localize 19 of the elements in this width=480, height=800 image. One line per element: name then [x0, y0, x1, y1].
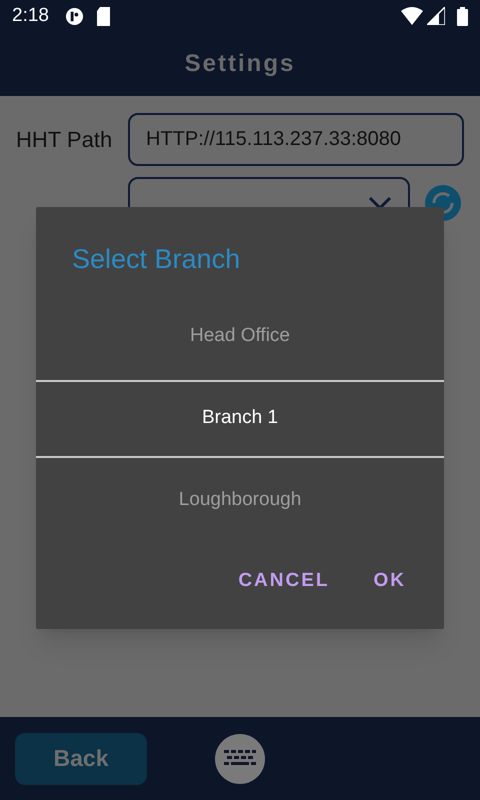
- dialog-title: Select Branch: [72, 243, 242, 276]
- path-field[interactable]: HTTP://115.113.237.33:8080: [128, 112, 464, 166]
- keyboard-icon: [224, 750, 256, 768]
- wifi-icon: [401, 7, 423, 25]
- dialog-button[interactable]: CANCEL: [230, 562, 338, 602]
- picker-option[interactable]: Loughborough: [36, 458, 444, 544]
- picker-option[interactable]: Head Office: [36, 294, 444, 380]
- signal-icon: [427, 7, 445, 25]
- field-label: HHT Path: [16, 126, 114, 154]
- notification-icon: [64, 6, 84, 26]
- dialog-button[interactable]: OK: [366, 562, 414, 602]
- keyboard-button[interactable]: [215, 734, 265, 784]
- battery-icon: [457, 6, 468, 26]
- sd-card-icon: [96, 6, 111, 26]
- status-time: 2:18: [12, 4, 49, 28]
- picker-option[interactable]: Branch 1: [36, 380, 444, 458]
- page-title: Settings: [184, 49, 296, 79]
- back-button[interactable]: Back: [15, 732, 147, 784]
- chevron-down-icon: [368, 196, 392, 210]
